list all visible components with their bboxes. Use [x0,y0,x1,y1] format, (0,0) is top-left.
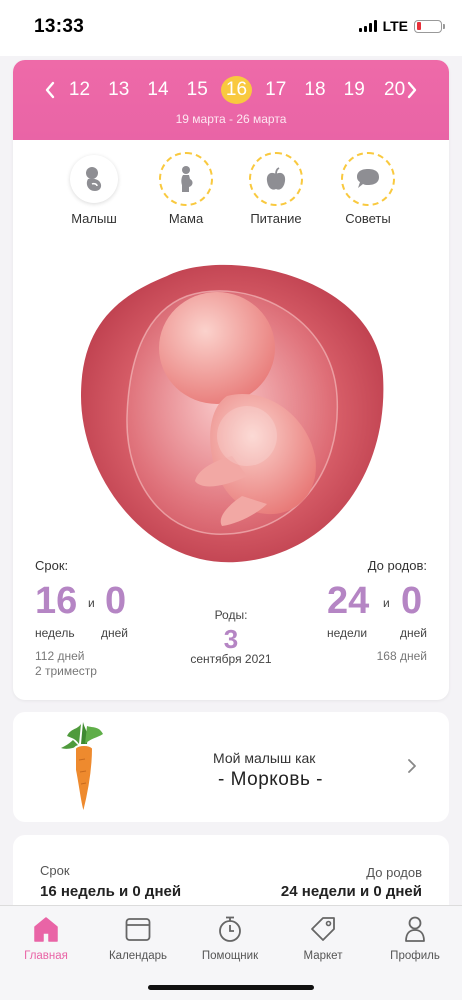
baby-size-card[interactable]: Мой малыш как - Морковь - [13,712,449,822]
summary-term-value: 16 недель и 0 дней [40,883,182,900]
home-icon [34,917,58,942]
week-selector: 12 13 14 15 16 17 18 19 20 19 марта - 26… [13,60,449,140]
pregnancy-stats: Срок: 16 и 0 недель дней 112 дней 2 трим… [13,554,449,694]
tab-market[interactable]: Маркет [277,914,369,962]
tab-nutrition-label: Питание [250,211,302,226]
trimester: 2 триместр [35,664,97,678]
person-icon [405,916,425,942]
category-tabs: Малыш Мама Питание Советы [13,152,449,245]
pregnant-woman-icon [159,152,213,206]
term-label: Срок: [35,558,69,573]
tab-home-label: Главная [24,950,68,962]
baby-size-title: Мой малыш как [213,750,316,766]
next-week-chevron-icon[interactable] [401,78,423,102]
tab-home[interactable]: Главная [0,914,92,962]
week-item[interactable]: 18 [300,76,331,104]
battery-icon [414,19,445,33]
signal-icon [358,20,377,32]
tag-icon [311,917,335,941]
tab-calendar-label: Календарь [108,950,168,962]
carrot-image [53,720,113,816]
tab-calendar[interactable]: Календарь [92,914,184,962]
tab-profile-label: Профиль [390,950,440,962]
tab-assistant[interactable]: Помощник [184,914,276,962]
birth-label: Роды: [214,608,248,622]
status-bar: 13:33 LTE [0,0,462,56]
previous-week-chevron-icon[interactable] [39,78,61,102]
until-weeks-unit: недели [327,626,368,640]
tab-profile[interactable]: Профиль [369,914,461,962]
week-item[interactable]: 15 [182,76,213,104]
home-indicator [148,985,314,990]
tab-assistant-label: Помощник [201,950,259,962]
summary-term-label: Срок [40,863,70,878]
week-item[interactable]: 14 [143,76,174,104]
stopwatch-icon [219,916,241,942]
until-days-value: 0 [401,580,423,622]
tab-tips[interactable]: Советы [323,152,413,226]
week-item[interactable]: 13 [103,76,134,104]
week-item[interactable]: 19 [339,76,370,104]
tab-baby[interactable]: Малыш [49,155,139,226]
tab-nutrition[interactable]: Питание [231,152,321,226]
until-total-days: 168 дней [376,649,427,663]
week-date-range: 19 марта - 26 марта [175,112,287,126]
chat-bubble-icon [341,152,395,206]
tab-market-label: Маркет [303,950,343,962]
baby-size-fruit-name: - Морковь - [218,769,323,790]
week-item[interactable]: 17 [260,76,291,104]
calendar-icon [125,918,151,941]
fetus-illustration [77,256,387,566]
tab-tips-label: Советы [345,211,391,226]
until-weeks-value: 24 [327,580,370,622]
until-label: До родов: [367,558,427,573]
tab-mom[interactable]: Мама [141,152,231,226]
tab-baby-label: Малыш [71,211,117,226]
status-indicators: LTE [358,18,445,34]
pregnancy-week-card: 12 13 14 15 16 17 18 19 20 19 марта - 26… [13,60,449,700]
chevron-right-icon[interactable] [407,758,417,779]
apple-icon [249,152,303,206]
until-and: и [383,596,390,610]
status-time: 13:33 [34,16,85,37]
week-list: 12 13 14 15 16 17 18 19 20 [64,76,409,104]
summary-until-value: 24 недели и 0 дней [280,883,422,900]
network-type: LTE [382,18,408,34]
baby-icon [70,155,118,203]
summary-until-label: До родов [366,865,422,880]
until-days-unit: дней [399,626,427,640]
week-item-selected[interactable]: 16 [221,76,252,104]
tab-mom-label: Мама [168,211,204,226]
week-item[interactable]: 12 [64,76,95,104]
